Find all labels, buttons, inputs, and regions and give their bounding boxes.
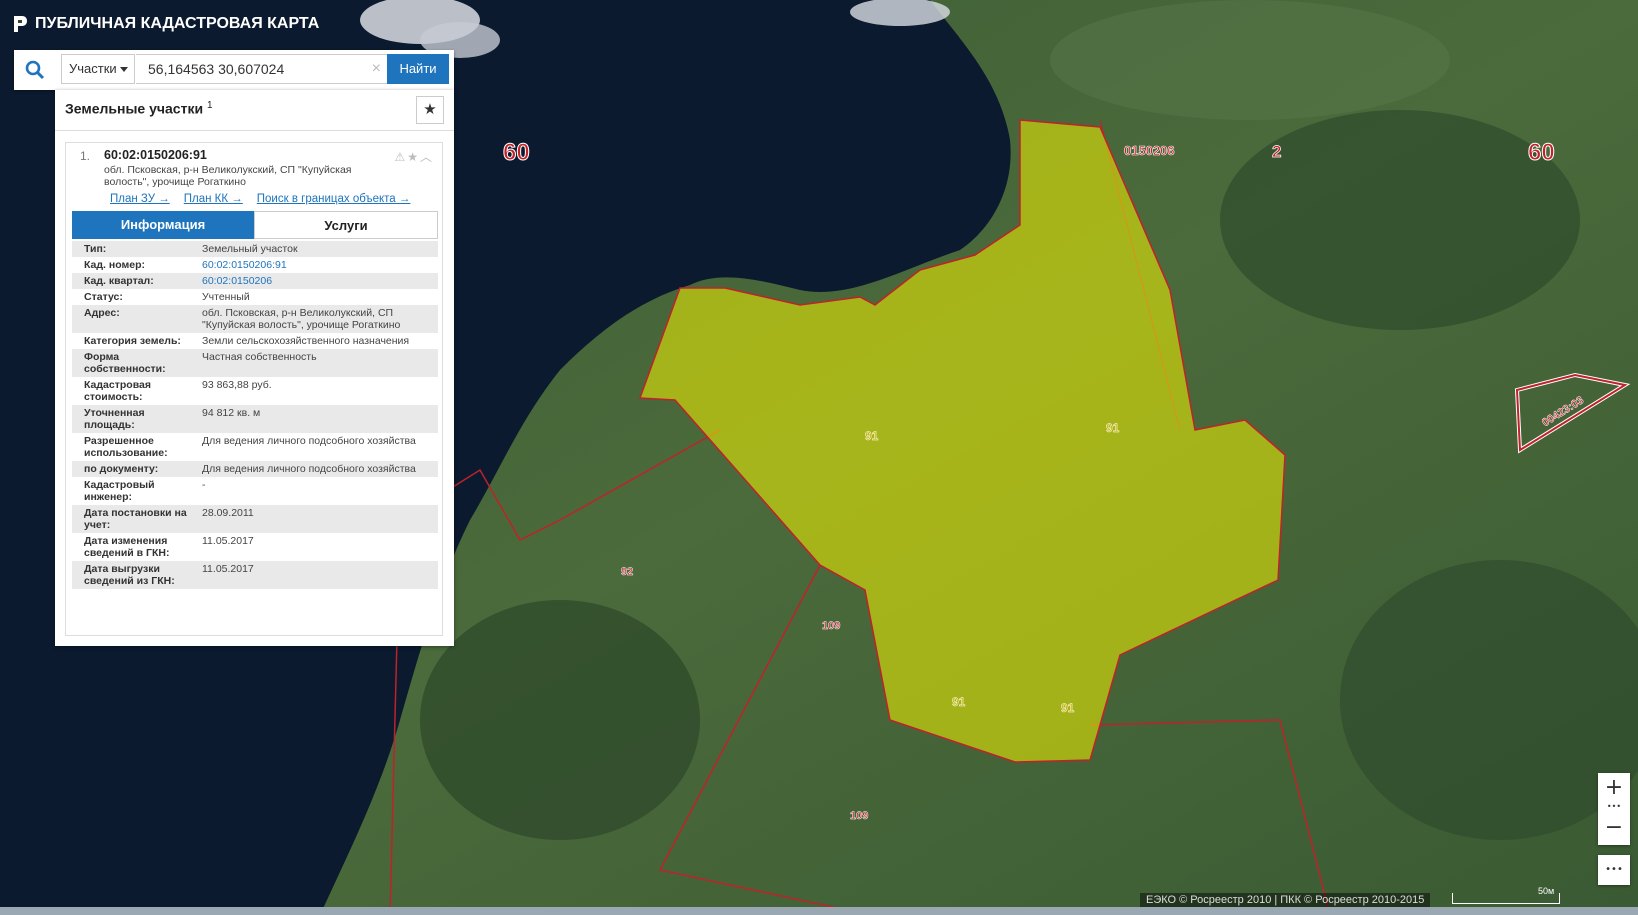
prop-value-link[interactable]: 60:02:0150206:91 (198, 257, 438, 273)
table-row: Адрес: обл. Псковская, р-н Великолукский,… (72, 305, 438, 333)
table-row: Статус: Учтенный (72, 289, 438, 305)
parcel-label-109: 109 (850, 810, 868, 822)
prop-value: Учтенный (202, 291, 250, 303)
prop-key: Тип: (84, 243, 107, 255)
search-type-label: Участки (69, 61, 117, 76)
card-actions: ⚠★︿ (394, 148, 434, 165)
result-index: 1. (80, 149, 91, 163)
more-tools-button[interactable]: ••• (1598, 855, 1630, 885)
warning-icon[interactable]: ⚠ (394, 150, 407, 164)
zoom-slider-handle[interactable]: ••• (1598, 803, 1630, 813)
parcel-label-109: 109 (822, 620, 840, 632)
clear-icon[interactable]: × (372, 55, 381, 83)
prop-value: 28.09.2011 (202, 507, 254, 519)
table-row: Кадастровый инженер: - (72, 477, 438, 505)
link-plan-kk[interactable]: План КК → (184, 193, 243, 205)
tab-info[interactable]: Информация (72, 211, 254, 239)
scale-label: 50м (1538, 886, 1555, 896)
table-row: Кад. номер: 60:02:0150206:91 (72, 257, 438, 273)
results-panel: Земельные участки 1 ★ 1. 60:02:0150206:9… (55, 90, 454, 646)
parcel-label-91: 91 (865, 429, 879, 443)
panel-title-text: Земельные участки (65, 100, 204, 117)
prop-key: по документу: (84, 463, 159, 475)
zoom-out-button[interactable]: − (1598, 813, 1630, 843)
panel-header: Земельные участки 1 ★ (55, 90, 454, 131)
rosreestr-logo-icon (14, 16, 27, 32)
chevron-down-icon (120, 67, 128, 72)
prop-value: 11.05.2017 (202, 535, 254, 547)
table-row: Категория земель: Земли сельскохозяйствен… (72, 333, 438, 349)
star-icon[interactable]: ★ (407, 150, 420, 164)
tab-services[interactable]: Услуги (254, 211, 438, 239)
search-type-select[interactable]: Участки (61, 54, 135, 84)
prop-value: Для ведения личного подсобного хозяйства (202, 435, 416, 447)
prop-value: обл. Псковская, р-н Великолукский, СП "К… (202, 307, 401, 331)
find-button[interactable]: Найти (387, 54, 449, 84)
parcel-label-92: 92 (621, 566, 633, 578)
result-cad-number: 60:02:0150206:91 (104, 148, 207, 162)
search-input[interactable]: 56,164563 30,607024 × (136, 54, 392, 84)
table-row: Дата постановки на учет: 28.09.2011 (72, 505, 438, 533)
prop-key: Разрешенное использование: (84, 435, 168, 459)
region-label-left: 60 (503, 139, 530, 166)
result-card[interactable]: 1. 60:02:0150206:91 обл. Псковская, р-н … (65, 142, 443, 636)
search-bar: Участки 56,164563 30,607024 × Найти (14, 50, 454, 90)
parcel-label-91: 91 (1061, 701, 1075, 715)
prop-value: - (202, 479, 206, 491)
parcel-label-91: 91 (1106, 421, 1120, 435)
prop-key: Адрес: (84, 307, 120, 319)
star-icon: ★ (423, 101, 437, 118)
prop-key: Кадастровая стоимость: (84, 379, 151, 403)
link-plan-zu[interactable]: План ЗУ → (110, 193, 170, 205)
table-row: Кад. квартал: 60:02:0150206 (72, 273, 438, 289)
result-address: обл. Псковская, р-н Великолукский, СП "К… (104, 164, 352, 188)
table-row: Тип: Земельный участок (72, 241, 438, 257)
prop-value: Для ведения личного подсобного хозяйства (202, 463, 416, 475)
result-links: План ЗУ → План КК → Поиск в границах объ… (110, 193, 410, 205)
link-search-in-bounds[interactable]: Поиск в границах объекта → (257, 193, 411, 205)
prop-value: Земельный участок (202, 243, 298, 255)
zoom-control: + ••• − (1598, 773, 1630, 845)
prop-key: Форма собственности: (84, 351, 166, 375)
prop-key: Кадастровый инженер: (84, 479, 155, 503)
prop-value: Земли сельскохозяйственного назначения (202, 335, 410, 347)
favorites-button[interactable]: ★ (416, 96, 444, 124)
district-label: 2 (1272, 142, 1281, 161)
os-taskbar (0, 907, 1638, 915)
prop-value: 94 812 кв. м (202, 407, 261, 419)
table-row: Дата выгрузки сведений из ГКН: 11.05.2017 (72, 561, 438, 589)
prop-key: Уточненная площадь: (84, 407, 145, 431)
zoom-in-button[interactable]: + (1598, 773, 1630, 803)
table-row: Разрешенное использование: Для ведения ли… (72, 433, 438, 461)
properties-table: Тип: Земельный участок Кад. номер: 60:02:0… (72, 241, 438, 589)
table-row: по документу: Для ведения личного подсобн… (72, 461, 438, 477)
region-label-right: 60 (1528, 139, 1555, 166)
chevron-up-icon[interactable]: ︿ (420, 150, 434, 164)
app-brand: ПУБЛИЧНАЯ КАДАСТРОВАЯ КАРТА (12, 14, 319, 34)
panel-title: Земельные участки 1 (65, 100, 213, 117)
prop-value: 93 863,88 руб. (202, 379, 272, 391)
table-row: Форма собственности: Частная собственност… (72, 349, 438, 377)
prop-key: Статус: (84, 291, 123, 303)
prop-key: Категория земель: (84, 335, 181, 347)
prop-key: Кад. квартал: (84, 275, 154, 287)
table-row: Дата изменения сведений в ГКН: 11.05.2017 (72, 533, 438, 561)
table-row: Уточненная площадь: 94 812 кв. м (72, 405, 438, 433)
quarter-label: 0150206 (1124, 143, 1175, 158)
prop-key: Дата выгрузки сведений из ГКН: (84, 563, 175, 587)
search-query: 56,164563 30,607024 (148, 61, 285, 77)
prop-key: Дата изменения сведений в ГКН: (84, 535, 170, 559)
prop-value-link[interactable]: 60:02:0150206 (198, 273, 438, 289)
app-title: ПУБЛИЧНАЯ КАДАСТРОВАЯ КАРТА (35, 15, 320, 32)
copyright: ЕЭКО © Росреестр 2010 | ПКК © Росреестр … (1140, 893, 1431, 907)
search-icon[interactable] (24, 59, 46, 81)
result-tabs: Информация Услуги (72, 211, 438, 239)
result-count: 1 (206, 100, 213, 111)
prop-value: Частная собственность (202, 351, 317, 363)
prop-key: Кад. номер: (84, 259, 146, 271)
table-row: Кадастровая стоимость: 93 863,88 руб. (72, 377, 438, 405)
prop-value: 11.05.2017 (202, 563, 254, 575)
parcel-label-91: 91 (952, 695, 966, 709)
prop-key: Дата постановки на учет: (84, 507, 187, 531)
